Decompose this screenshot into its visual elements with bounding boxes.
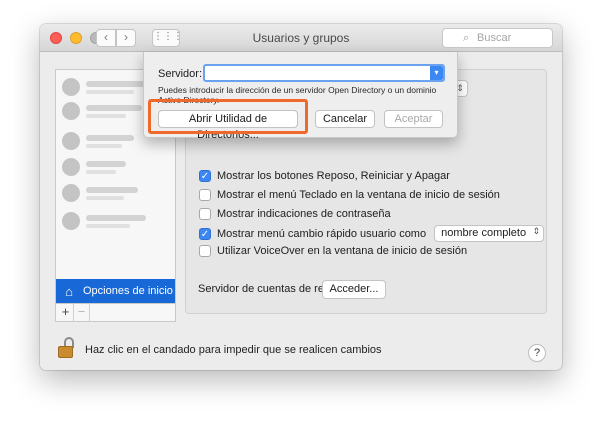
option-show-sleep-restart-shutdown[interactable]: ✓ Mostrar los botones Reposo, Reiniciar … <box>199 170 450 182</box>
blurred-text <box>86 105 142 111</box>
search-icon: ⌕ <box>463 32 470 44</box>
help-button[interactable]: ? <box>528 344 546 362</box>
avatar <box>62 102 80 120</box>
option-voiceover[interactable]: Utilizar VoiceOver en la ventana de inic… <box>199 245 467 257</box>
blurred-text <box>86 114 126 118</box>
blurred-text <box>86 187 138 193</box>
blurred-text <box>86 161 126 167</box>
search-placeholder: Buscar <box>477 32 512 44</box>
search-field[interactable]: ⌕ Buscar <box>442 28 553 48</box>
server-label: Servidor: <box>158 68 203 80</box>
option-fast-user-switching[interactable]: ✓ Mostrar menú cambio rápido usuario com… <box>199 225 545 242</box>
lock-bar: Haz clic en el candado para impedir que … <box>40 332 562 370</box>
sidebar-item-label: Opciones de inicio <box>83 285 173 297</box>
checkbox[interactable] <box>199 208 211 220</box>
option-label: Mostrar los botones Reposo, Reiniciar y … <box>217 170 450 182</box>
option-label: Mostrar indicaciones de contraseña <box>217 208 391 220</box>
blurred-text <box>86 196 124 200</box>
avatar <box>62 212 80 230</box>
avatar <box>62 132 80 150</box>
blurred-text <box>86 170 116 174</box>
checkbox[interactable]: ✓ <box>199 170 211 182</box>
blurred-text <box>86 81 150 87</box>
network-account-server-label: Servidor de cuentas de red: <box>198 283 334 295</box>
fast-user-switching-select[interactable]: nombre completo ⇕ <box>434 225 545 242</box>
avatar <box>62 184 80 202</box>
chevron-updown-icon: ⇕ <box>532 226 541 236</box>
sidebar-toolbar: + − <box>56 303 175 321</box>
checkbox[interactable]: ✓ <box>199 227 211 240</box>
lock-message: Haz clic en el candado para impedir que … <box>85 344 382 356</box>
blurred-text <box>86 224 130 228</box>
blurred-user-row[interactable] <box>62 156 167 180</box>
select-value: nombre completo <box>441 227 527 239</box>
option-label: Mostrar menú cambio rápido usuario como <box>217 227 427 240</box>
blurred-text <box>86 90 134 94</box>
join-button[interactable]: Acceder... <box>322 280 386 299</box>
checkbox[interactable] <box>199 189 211 201</box>
chevron-down-icon[interactable]: ▾ <box>430 66 443 80</box>
option-show-password-hints[interactable]: Mostrar indicaciones de contraseña <box>199 208 391 220</box>
house-icon: ⌂ <box>65 283 73 299</box>
remove-user-button[interactable]: − <box>74 304 90 321</box>
checkbox[interactable] <box>199 245 211 257</box>
avatar <box>62 78 80 96</box>
blurred-user-row[interactable] <box>62 210 167 234</box>
blurred-text <box>86 135 134 141</box>
add-user-button[interactable]: + <box>58 304 74 321</box>
option-label: Mostrar el menú Teclado en la ventana de… <box>217 189 500 201</box>
lock-icon[interactable] <box>58 337 74 359</box>
option-label: Utilizar VoiceOver en la ventana de inic… <box>217 245 468 257</box>
title-bar: ‹ › ⋮⋮⋮ Usuarios y grupos ⌕ Buscar <box>40 24 562 52</box>
avatar <box>62 158 80 176</box>
sidebar-item-login-options[interactable]: ⌂ Opciones de inicio <box>56 279 175 303</box>
blurred-user-row[interactable] <box>62 182 167 206</box>
accept-button[interactable]: Aceptar <box>384 110 443 128</box>
blurred-text <box>86 215 146 221</box>
option-show-input-menu[interactable]: Mostrar el menú Teclado en la ventana de… <box>199 189 500 201</box>
server-combobox[interactable]: ▾ <box>203 64 445 82</box>
blurred-text <box>86 144 122 148</box>
cancel-button[interactable]: Cancelar <box>315 110 375 128</box>
highlight-annotation <box>148 99 308 134</box>
